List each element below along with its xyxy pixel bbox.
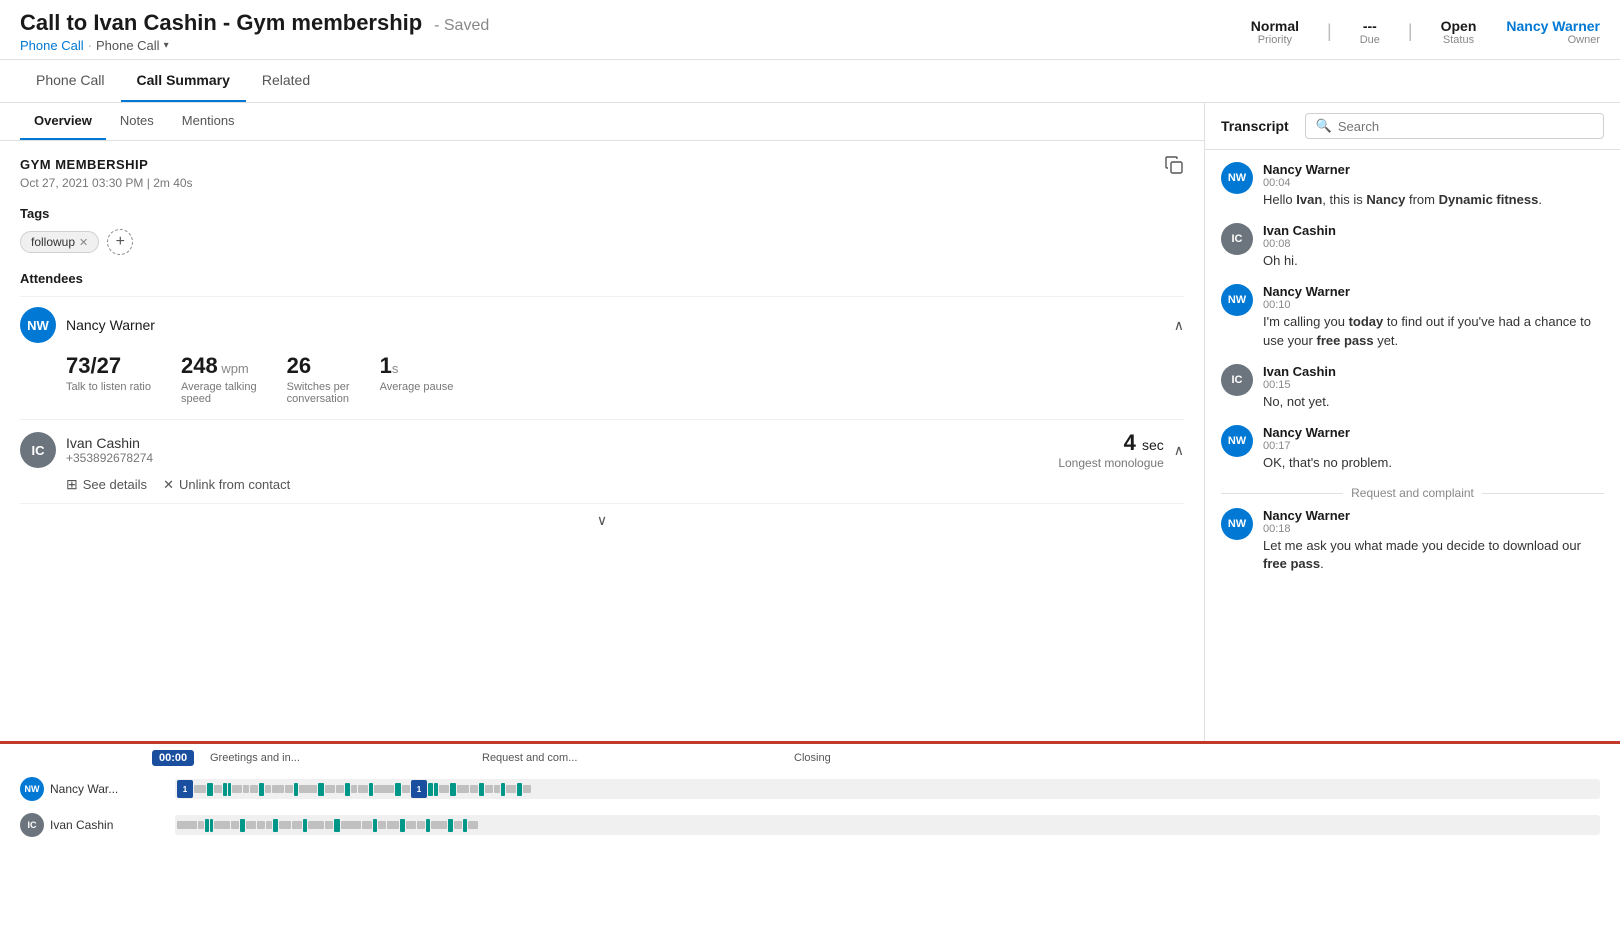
timeline-section-request: Request and com... <box>482 752 754 764</box>
tag-remove-button[interactable]: ✕ <box>79 236 88 249</box>
attendee-collapse-button[interactable]: ∧ <box>1174 317 1184 334</box>
owner-section: Nancy Warner Owner <box>1506 18 1600 46</box>
tab-phone-call[interactable]: Phone Call <box>20 60 121 102</box>
attendee-ivan: IC Ivan Cashin +353892678274 4 sec Longe… <box>20 419 1184 503</box>
attendee-name-ivan: Ivan Cashin <box>66 435 1058 451</box>
track-marker-nw: 1 <box>177 780 193 798</box>
track-nw: NW Nancy War... 1 <box>20 774 1600 804</box>
transcript-search[interactable]: 🔍 <box>1305 113 1604 139</box>
monologue-value: 4 sec <box>1058 430 1163 456</box>
attendee-actions: ⊞ See details ✕ Unlink from contact <box>20 470 1184 493</box>
attendee-phone-ivan: +353892678274 <box>66 451 1058 465</box>
transcript-entry: IC Ivan Cashin 00:15 No, not yet. <box>1221 364 1604 411</box>
monologue-label: Longest monologue <box>1058 456 1163 470</box>
attendee-ivan-collapse-button[interactable]: ∧ <box>1174 442 1184 459</box>
stats-row-nancy: 73/27 Talk to listen ratio 248 wpm Avera… <box>20 343 453 409</box>
tab-overview[interactable]: Overview <box>20 103 106 140</box>
tag-add-button[interactable]: + <box>107 229 133 255</box>
stat-talk-ratio: 73/27 Talk to listen ratio <box>66 353 151 405</box>
time-marker: 00:00 <box>152 750 194 766</box>
avatar-nw-t5: NW <box>1221 425 1253 457</box>
avatar-nw-t6: NW <box>1221 508 1253 540</box>
transcript-body: NW Nancy Warner 00:04 Hello Ivan, this i… <box>1205 150 1620 741</box>
right-panel: Transcript 🔍 NW Nancy Warner 00:04 Hello… <box>1205 103 1620 741</box>
transcript-entry: NW Nancy Warner 00:17 OK, that's no prob… <box>1221 425 1604 472</box>
details-icon: ⊞ <box>66 476 78 493</box>
inner-tabs: Overview Notes Mentions <box>0 103 1204 141</box>
attendee-name-nancy: Nancy Warner <box>66 317 1174 333</box>
tab-mentions[interactable]: Mentions <box>168 103 249 140</box>
section-divider-request: Request and complaint <box>1221 486 1604 500</box>
tab-call-summary[interactable]: Call Summary <box>121 60 246 102</box>
page-title: Call to Ivan Cashin - Gym membership - S… <box>20 10 489 36</box>
dropdown-chevron-icon[interactable]: ▾ <box>164 40 169 51</box>
header-left: Call to Ivan Cashin - Gym membership - S… <box>20 10 489 53</box>
owner-label: Owner <box>1568 34 1600 46</box>
header-right: Normal Priority | --- Due | Open Status … <box>1251 18 1600 46</box>
tags-section: Tags followup ✕ + <box>20 206 1184 255</box>
tab-notes[interactable]: Notes <box>106 103 168 140</box>
search-icon: 🔍 <box>1316 118 1332 134</box>
left-panel: Overview Notes Mentions GYM MEMBERSHIP O… <box>0 103 1205 741</box>
transcript-entry: IC Ivan Cashin 00:08 Oh hi. <box>1221 223 1604 270</box>
timeline-section-greetings: Greetings and in... <box>210 752 482 764</box>
avatar-nw-t1: NW <box>1221 162 1253 194</box>
header-meta: Normal Priority | --- Due | Open Status <box>1251 18 1477 46</box>
unlink-icon: ✕ <box>163 477 174 493</box>
see-details-button[interactable]: ⊞ See details <box>66 476 147 493</box>
status-meta: Open Status <box>1441 18 1477 46</box>
transcript-header: Transcript 🔍 <box>1205 103 1620 150</box>
track-ic: IC Ivan Cashin <box>20 810 1600 840</box>
expand-section-button[interactable]: ∨ <box>20 503 1184 537</box>
track-label-ic: Ivan Cashin <box>50 818 113 832</box>
avatar-ic-t2: IC <box>1221 223 1253 255</box>
track-bars-nw: 1 <box>175 779 1600 799</box>
search-input[interactable] <box>1338 119 1593 134</box>
stat-switches: 26 Switches perconversation <box>287 353 350 405</box>
tag-followup: followup ✕ <box>20 231 99 253</box>
call-meta: Oct 27, 2021 03:30 PM | 2m 40s <box>20 176 193 190</box>
track-label-nw: Nancy War... <box>50 782 118 796</box>
header: Call to Ivan Cashin - Gym membership - S… <box>0 0 1620 60</box>
owner-name[interactable]: Nancy Warner <box>1506 18 1600 34</box>
avatar-ic: IC <box>20 432 56 468</box>
tab-related[interactable]: Related <box>246 60 326 102</box>
copy-button[interactable] <box>1164 155 1184 178</box>
avatar-ic-t4: IC <box>1221 364 1253 396</box>
transcript-title: Transcript <box>1221 118 1289 134</box>
gym-title: GYM MEMBERSHIP <box>20 157 193 172</box>
avatar-nw: NW <box>20 307 56 343</box>
track-avatar-nw: NW <box>20 777 44 801</box>
priority-meta: Normal Priority <box>1251 18 1299 46</box>
tags-row: followup ✕ + <box>20 229 1184 255</box>
unlink-contact-button[interactable]: ✕ Unlink from contact <box>163 477 290 493</box>
transcript-entry: NW Nancy Warner 00:10 I'm calling you to… <box>1221 284 1604 349</box>
attendees-section: Attendees NW Nancy Warner ∧ 73/27 Talk t… <box>20 271 1184 503</box>
main-area: Overview Notes Mentions GYM MEMBERSHIP O… <box>0 103 1620 741</box>
header-subtitle: Phone Call · Phone Call ▾ <box>20 38 489 53</box>
due-meta: --- Due <box>1360 18 1380 46</box>
stat-wpm: 248 wpm Average talkingspeed <box>181 353 257 405</box>
track-avatar-ic: IC <box>20 813 44 837</box>
track-marker2-nw: 1 <box>411 780 427 798</box>
attendee-nancy: NW Nancy Warner ∧ 73/27 Talk to listen r… <box>20 296 1184 419</box>
track-bars-ic <box>175 815 1600 835</box>
stat-pause: 1s Average pause <box>380 353 454 405</box>
overview-content: GYM MEMBERSHIP Oct 27, 2021 03:30 PM | 2… <box>0 141 1204 553</box>
avatar-nw-t3: NW <box>1221 284 1253 316</box>
timeline-sections: Greetings and in... Request and com... C… <box>10 744 1610 768</box>
transcript-entry: NW Nancy Warner 00:04 Hello Ivan, this i… <box>1221 162 1604 209</box>
transcript-entry: NW Nancy Warner 00:18 Let me ask you wha… <box>1221 508 1604 573</box>
timeline-panel: 00:00 Greetings and in... Request and co… <box>0 741 1620 921</box>
nav-tabs: Phone Call Call Summary Related <box>0 60 1620 103</box>
timeline-section-closing: Closing <box>754 752 1610 764</box>
